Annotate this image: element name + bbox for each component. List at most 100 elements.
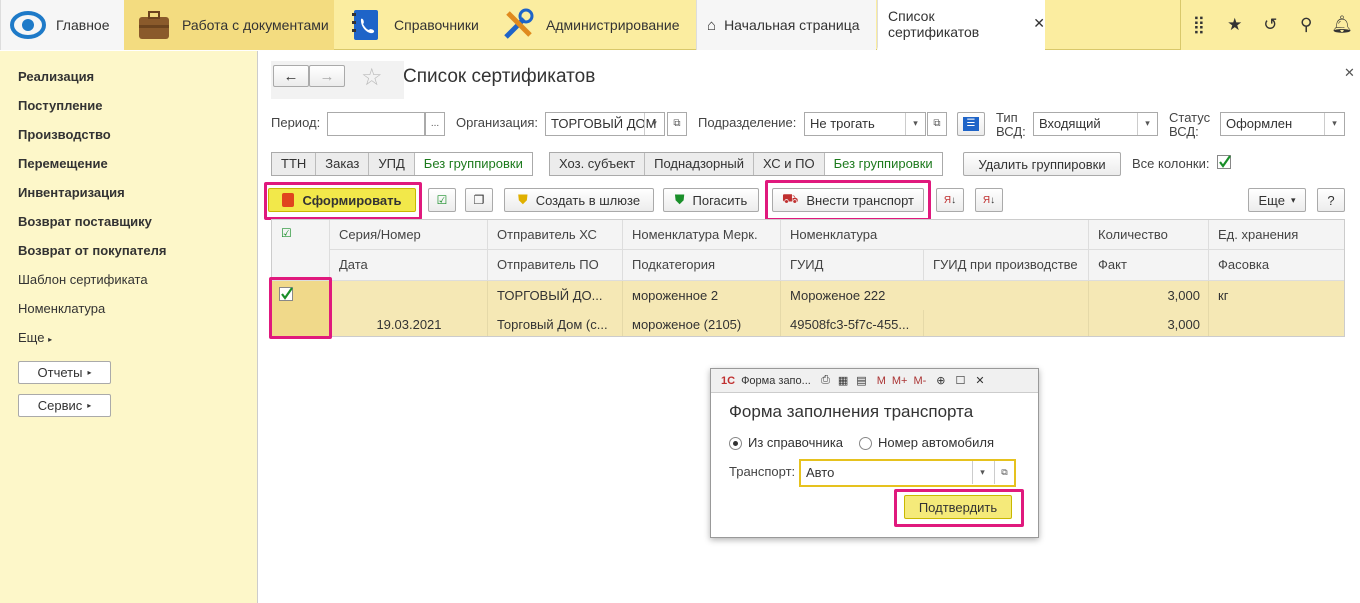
cell-date[interactable]: 19.03.2021 — [330, 310, 488, 336]
redeem-button[interactable]: ⛊ Погасить — [663, 188, 759, 212]
dropdown-arrow-icon[interactable]: ▾ — [644, 113, 664, 135]
section-documents[interactable]: Работа с документами — [124, 0, 334, 50]
close-dialog-icon[interactable]: ✕ — [975, 374, 984, 387]
print-icon[interactable]: ⎙ — [821, 374, 830, 387]
delete-groupings-button[interactable]: Удалить группировки — [963, 152, 1121, 176]
option-car-number[interactable]: Номер автомобиля — [859, 435, 994, 451]
favorite-star-icon[interactable]: ☆ — [361, 63, 383, 92]
header-sender-be[interactable]: Отправитель ХС — [488, 220, 623, 250]
tab-certificates[interactable]: Список сертификатов ✕ — [877, 0, 1045, 50]
reports-button[interactable]: Отчеты ▸ — [18, 361, 111, 384]
section-admin[interactable]: Администрирование — [500, 0, 680, 50]
calendar-icon[interactable]: ▤ — [856, 374, 866, 387]
cell-nomenclature[interactable]: Мороженое 222 — [781, 281, 1089, 310]
header-nomenclature[interactable]: Номенклатура — [781, 220, 1089, 250]
more-button[interactable]: Еще ▾ — [1248, 188, 1306, 212]
cell-sender-be[interactable]: ТОРГОВЫЙ ДО... — [488, 281, 623, 310]
dropdown-arrow-icon[interactable]: ▾ — [1324, 113, 1344, 135]
group-none-1[interactable]: Без группировки — [414, 153, 532, 175]
cell-packing[interactable] — [1209, 310, 1344, 336]
memory-m-icon[interactable]: M — [877, 375, 886, 387]
list-settings-button[interactable]: ☰ — [957, 112, 985, 136]
header-quantity[interactable]: Количество — [1089, 220, 1209, 250]
dropdown-arrow-icon[interactable]: ▾ — [905, 113, 925, 135]
section-references[interactable]: Справочники — [348, 0, 479, 50]
cell-quantity[interactable]: 3,000 — [1089, 281, 1209, 310]
cell-guid-production[interactable] — [924, 310, 1089, 336]
header-series[interactable]: Серия/Номер — [330, 220, 488, 250]
cell-fact[interactable]: 3,000 — [1089, 310, 1209, 336]
group-supervised[interactable]: Поднадзорный — [645, 153, 755, 175]
dropdown-arrow-icon[interactable]: ▾ — [1137, 113, 1157, 135]
header-merc-nomenclature[interactable]: Номенклатура Мерк. — [623, 220, 781, 250]
vsd-status-field[interactable]: Оформлен ▾ — [1220, 112, 1345, 136]
header-sender-so[interactable]: Отправитель ПО — [488, 250, 623, 281]
group-upd[interactable]: УПД — [369, 153, 415, 175]
sidebar-item-transfer[interactable]: Перемещение — [18, 156, 257, 185]
division-open-icon[interactable]: ⧉ — [927, 112, 947, 136]
close-form-icon[interactable]: ✕ — [1344, 65, 1355, 81]
sort-asc-button[interactable]: Я ↓ — [936, 188, 964, 212]
zoom-icon[interactable]: ⊕ — [936, 374, 945, 387]
period-select-button[interactable]: ... — [425, 112, 445, 136]
header-date[interactable]: Дата — [330, 250, 488, 281]
sidebar-item-inventory[interactable]: Инвентаризация — [18, 185, 257, 214]
sidebar-item-cert-template[interactable]: Шаблон сертификата — [18, 272, 257, 301]
cell-sender-so[interactable]: Торговый Дом (с... — [488, 310, 623, 336]
org-open-icon[interactable]: ⧉ — [667, 112, 687, 136]
grid-menu-icon[interactable]: ⣿ — [1184, 15, 1214, 35]
memory-minus-icon[interactable]: M- — [913, 375, 926, 387]
copy-button[interactable]: ❐ — [465, 188, 493, 212]
service-button[interactable]: Сервис ▸ — [18, 394, 111, 417]
check-all-button[interactable]: ☑ — [428, 188, 456, 212]
header-guid[interactable]: ГУИД — [781, 250, 924, 281]
group-none-2[interactable]: Без группировки — [824, 153, 942, 175]
history-icon[interactable]: ↺ — [1255, 15, 1285, 35]
header-unit[interactable]: Ед. хранения — [1209, 220, 1344, 250]
help-button[interactable]: ? — [1317, 188, 1345, 212]
cell-merc-nomenclature[interactable]: мороженное 2 — [623, 281, 781, 310]
maximize-icon[interactable]: ☐ — [956, 374, 966, 387]
group-ttn[interactable]: ТТН — [272, 153, 317, 175]
group-be-and-so[interactable]: ХС и ПО — [754, 153, 825, 175]
sort-desc-button[interactable]: Я ↓ — [975, 188, 1003, 212]
division-field[interactable]: Не трогать ▾ — [804, 112, 926, 136]
search-icon[interactable]: ⚲ — [1291, 15, 1321, 35]
period-field[interactable] — [327, 112, 425, 136]
header-packing[interactable]: Фасовка — [1209, 250, 1344, 281]
cell-guid[interactable]: 49508fc3-5f7c-455... — [781, 310, 924, 336]
open-icon[interactable]: ⧉ — [994, 461, 1014, 484]
sidebar-item-return-supplier[interactable]: Возврат поставщику — [18, 214, 257, 243]
section-main[interactable]: Главное — [10, 0, 110, 50]
sidebar-item-more[interactable]: Еще ▸ — [18, 330, 257, 361]
header-subcategory[interactable]: Подкатегория — [623, 250, 781, 281]
close-tab-icon[interactable]: ✕ — [1033, 15, 1045, 32]
dropdown-arrow-icon[interactable]: ▾ — [972, 461, 992, 484]
cell-unit[interactable]: кг — [1209, 281, 1344, 310]
calculator-icon[interactable]: ▦ — [838, 374, 848, 387]
back-button[interactable]: ← — [273, 65, 309, 87]
cell-series[interactable] — [330, 281, 488, 310]
org-field[interactable]: ТОРГОВЫЙ ДОМ ▾ — [545, 112, 665, 136]
all-columns-checkbox[interactable] — [1217, 155, 1231, 169]
header-guid-production[interactable]: ГУИД при производстве — [924, 250, 1089, 281]
create-in-gateway-button[interactable]: ⛊ Создать в шлюзе — [504, 188, 654, 212]
header-check[interactable]: ☑ — [272, 220, 330, 281]
cell-subcategory[interactable]: мороженое (2105) — [623, 310, 781, 336]
header-fact[interactable]: Факт — [1089, 250, 1209, 281]
option-from-directory[interactable]: Из справочника — [729, 435, 843, 451]
forward-button[interactable]: → — [309, 65, 345, 87]
group-order[interactable]: Заказ — [316, 153, 370, 175]
sidebar-item-return-customer[interactable]: Возврат от покупателя — [18, 243, 257, 272]
transport-field[interactable]: Авто ▾ ⧉ — [799, 459, 1016, 487]
group-business-entity[interactable]: Хоз. субъект — [550, 153, 646, 175]
sidebar-item-sales[interactable]: Реализация — [18, 69, 257, 98]
sidebar-item-nomenclature[interactable]: Номенклатура — [18, 301, 257, 330]
star-icon[interactable]: ★ — [1220, 15, 1250, 35]
vsd-type-field[interactable]: Входящий ▾ — [1033, 112, 1158, 136]
sidebar-item-receipt[interactable]: Поступление — [18, 98, 257, 127]
tab-home[interactable]: ⌂ Начальная страница — [696, 0, 876, 50]
sidebar-item-production[interactable]: Производство — [18, 127, 257, 156]
bell-icon[interactable]: 🔔︎ — [1327, 15, 1357, 35]
memory-plus-icon[interactable]: M+ — [892, 375, 908, 387]
